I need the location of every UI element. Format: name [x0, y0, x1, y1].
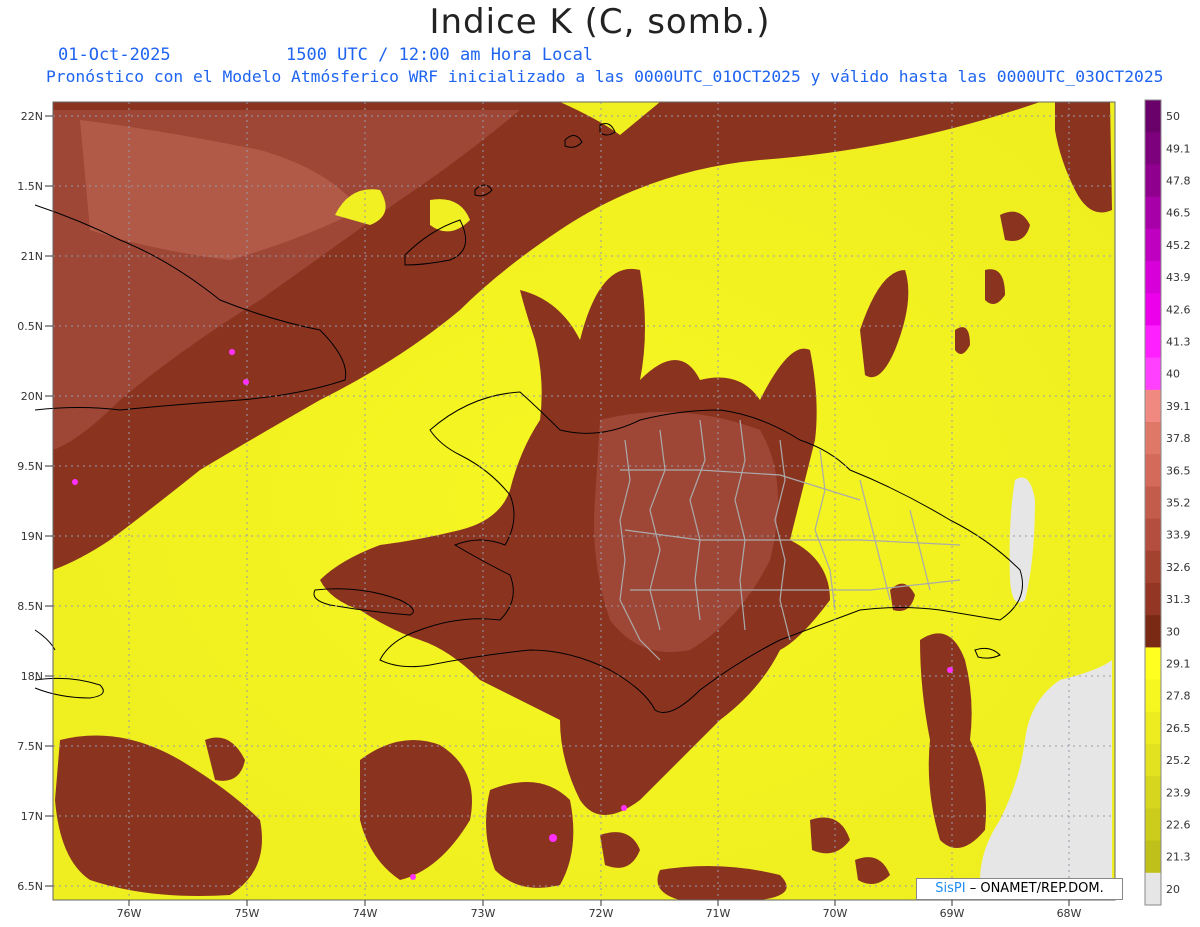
k-index-map: 22N 1.5N 21N 0.5N 20N 9.5N 19N 8.5N 18N …: [17, 99, 1191, 920]
colorbar-label: 32.6: [1166, 561, 1191, 574]
colorbar-swatch: [1145, 454, 1161, 487]
colorbar-swatch: [1145, 132, 1161, 165]
colorbar-label: 35.2: [1166, 497, 1191, 510]
lat-label: 17N: [21, 810, 43, 823]
colorbar-swatch: [1145, 100, 1161, 133]
colorbar-swatch: [1145, 357, 1161, 391]
lat-label: 22N: [21, 110, 43, 123]
lat-label: 20N: [21, 390, 43, 403]
lon-label: 70W: [823, 907, 848, 920]
colorbar-swatch: [1145, 196, 1161, 230]
colorbar-swatch: [1145, 615, 1161, 648]
colorbar-label: 21.3: [1166, 851, 1191, 864]
colorbar-label: 40: [1166, 368, 1180, 381]
colorbar-label: 50: [1166, 110, 1180, 123]
colorbar-swatch: [1145, 228, 1161, 262]
colorbar-label: 30: [1166, 625, 1180, 638]
magenta-spot: [410, 874, 416, 880]
lat-label: 6.5N: [17, 880, 43, 893]
magenta-spot: [621, 805, 627, 811]
colorbar-label: 37.8: [1166, 432, 1191, 445]
lon-label: 76W: [117, 907, 142, 920]
credit-org: – ONAMET/REP.DOM.: [965, 881, 1104, 896]
colorbar-label: 36.5: [1166, 464, 1191, 477]
colorbar-swatch: [1145, 422, 1161, 455]
magenta-spot: [243, 379, 249, 385]
colorbar-swatch: [1145, 840, 1161, 874]
colorbar-label: 39.1: [1166, 400, 1191, 413]
colorbar-swatch: [1145, 583, 1161, 616]
colorbar-swatch: [1145, 647, 1161, 681]
colorbar-label: 23.9: [1166, 786, 1191, 799]
lat-axis: 22N 1.5N 21N 0.5N 20N 9.5N 19N 8.5N 18N …: [17, 110, 53, 893]
lon-label: 69W: [940, 907, 965, 920]
colorbar-swatch: [1145, 325, 1161, 359]
colorbar-label: 43.9: [1166, 271, 1191, 284]
magenta-spot: [229, 349, 235, 355]
colorbar-swatch: [1145, 164, 1161, 198]
lat-label: 9.5N: [17, 460, 43, 473]
credit-brand: SisPI: [935, 881, 966, 896]
colorbar-label: 42.6: [1166, 303, 1191, 316]
magenta-spot: [549, 834, 557, 842]
colorbar-label: 27.8: [1166, 690, 1191, 703]
lon-axis: 76W 75W 74W 73W 72W 71W 70W 69W 68W: [117, 900, 1082, 920]
colorbar-swatch: [1145, 486, 1161, 520]
colorbar-label: 45.2: [1166, 239, 1191, 252]
colorbar-swatch: [1145, 808, 1161, 842]
colorbar-swatch: [1145, 389, 1161, 423]
lon-label: 68W: [1057, 907, 1082, 920]
colorbar-label: 20: [1166, 883, 1180, 896]
colorbar-label: 29.1: [1166, 658, 1191, 671]
lat-label: 1.5N: [17, 180, 43, 193]
colorbar-swatch: [1145, 872, 1161, 906]
colorbar-swatch: [1145, 518, 1161, 552]
colorbar-label: 47.8: [1166, 175, 1191, 188]
colorbar-label: 41.3: [1166, 336, 1191, 349]
lat-label: 7.5N: [17, 740, 43, 753]
colorbar-label: 49.1: [1166, 142, 1191, 155]
colorbar-swatch: [1145, 261, 1161, 294]
colorbar-swatch: [1145, 679, 1161, 713]
lon-label: 72W: [589, 907, 614, 920]
colorbar-label: 46.5: [1166, 207, 1191, 220]
lat-label: 0.5N: [17, 320, 43, 333]
lat-label: 21N: [21, 250, 43, 263]
lat-label: 18N: [21, 670, 43, 683]
colorbar: 50 49.1 47.8 46.5 45.2 43.9 42.6 41.3 40 39.1 37.8…: [1144, 99, 1191, 906]
colorbar-swatch: [1145, 776, 1161, 809]
colorbar-label: 25.2: [1166, 754, 1191, 767]
lon-label: 71W: [706, 907, 731, 920]
colorbar-label: 22.6: [1166, 819, 1191, 832]
colorbar-swatch: [1145, 550, 1161, 584]
blob-s-2: [486, 782, 574, 888]
lon-label: 73W: [471, 907, 496, 920]
colorbar-label: 33.9: [1166, 529, 1191, 542]
colorbar-label: 26.5: [1166, 722, 1191, 735]
lon-label: 74W: [353, 907, 378, 920]
magenta-spot: [72, 479, 78, 485]
colorbar-swatch: [1145, 711, 1161, 745]
lon-label: 75W: [235, 907, 260, 920]
colorbar-swatch: [1145, 293, 1161, 326]
colorbar-swatch: [1145, 744, 1161, 777]
colorbar-label: 31.3: [1166, 593, 1191, 606]
credit-box: SisPI – ONAMET/REP.DOM.: [916, 878, 1123, 900]
lat-label: 8.5N: [17, 600, 43, 613]
lat-label: 19N: [21, 530, 43, 543]
